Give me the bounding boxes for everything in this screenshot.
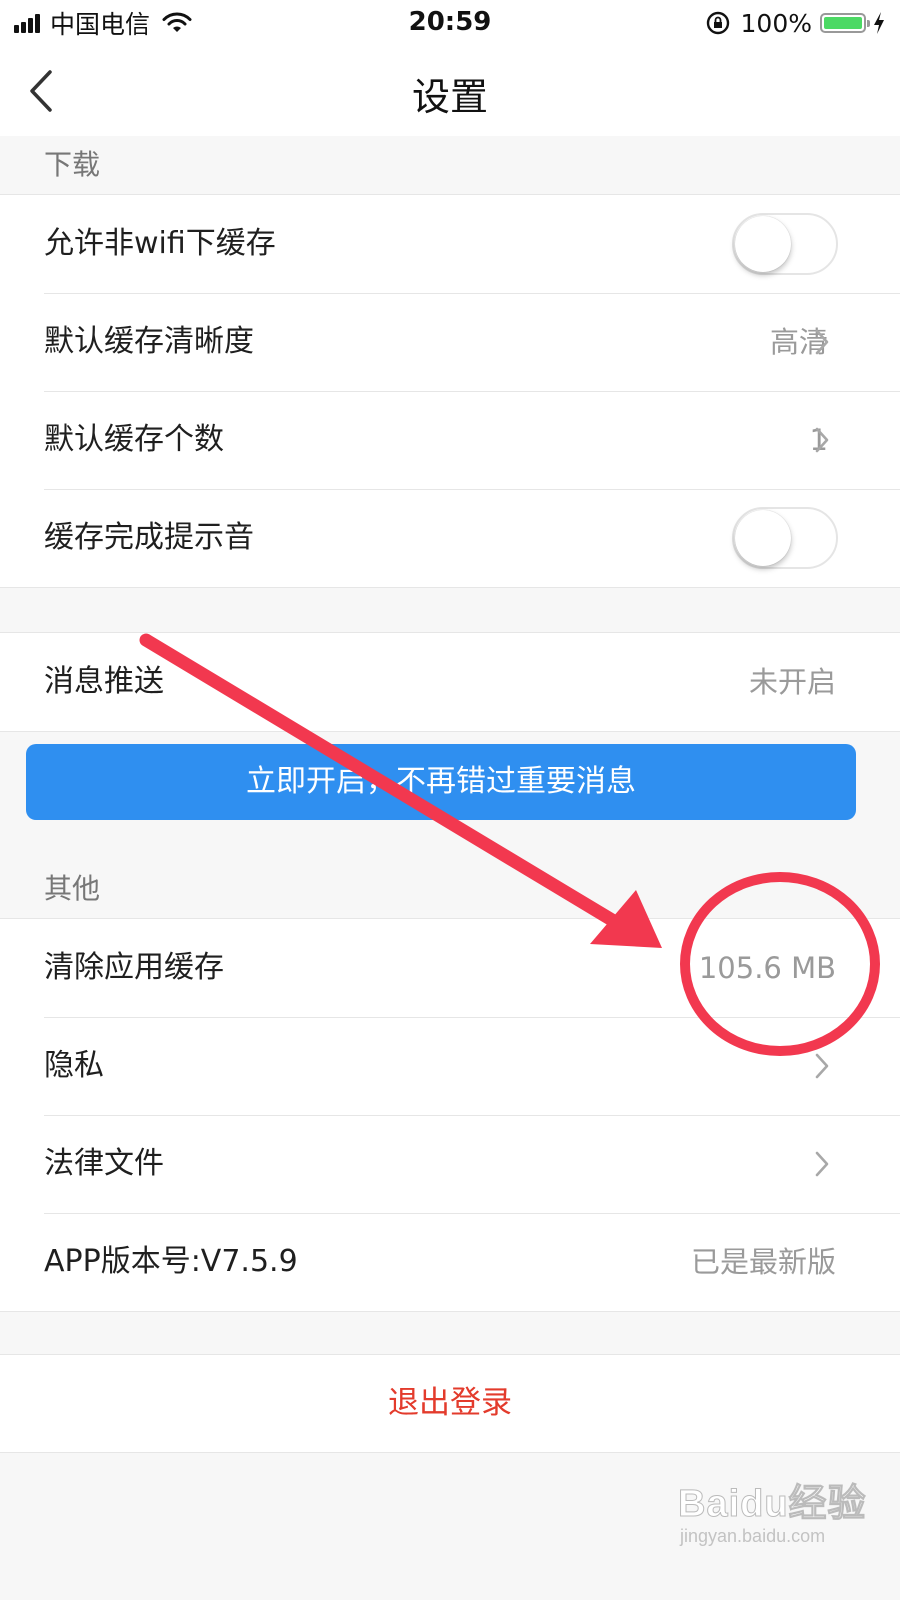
row-value: 已是最新版 — [690, 1245, 836, 1279]
section-header-download: 下载 — [0, 136, 900, 194]
page-title: 设置 — [411, 75, 488, 119]
other-settings-group: 清除应用缓存 105.6 MB 隐私 法律文件 APP版本号:V7.5.9 已是… — [0, 918, 900, 1312]
toggle-knob — [735, 510, 791, 566]
row-label: 缓存完成提示音 — [44, 520, 254, 555]
nav-bar: 设置 — [0, 46, 900, 137]
battery-icon — [820, 13, 870, 33]
row-cache-complete-sound[interactable]: 缓存完成提示音 — [0, 489, 900, 587]
enable-push-button[interactable]: 立即开启，不再错过重要消息 — [26, 744, 856, 820]
row-label: 清除应用缓存 — [44, 950, 224, 985]
watermark-brand: Baidu经验 — [678, 1483, 867, 1526]
row-label: 法律文件 — [44, 1146, 164, 1181]
toggle-knob — [735, 216, 791, 272]
battery-percent: 100% — [740, 8, 812, 38]
rotation-lock-icon — [706, 11, 729, 35]
cache-size-value: 105.6 MB — [698, 951, 836, 985]
row-clear-app-cache[interactable]: 清除应用缓存 105.6 MB — [0, 919, 900, 1017]
row-privacy[interactable]: 隐私 — [0, 1017, 900, 1115]
watermark-url: jingyan.baidu.com — [680, 1526, 826, 1546]
section-header-label: 下载 — [44, 148, 101, 181]
row-default-cache-quality[interactable]: 默认缓存清晰度 高清 — [0, 293, 900, 391]
toggle-cache-complete-sound[interactable] — [732, 507, 838, 569]
status-right: 100% — [705, 8, 886, 38]
baidu-jingyan-watermark: Baidu经验 jingyan.baidu.com — [672, 1462, 872, 1582]
row-label: 消息推送 — [44, 664, 164, 699]
chevron-right-icon — [815, 1151, 829, 1177]
charging-bolt-icon — [874, 12, 884, 34]
row-label: 允许非wifi下缓存 — [44, 226, 276, 261]
row-app-version[interactable]: APP版本号:V7.5.9 已是最新版 — [0, 1213, 900, 1311]
download-settings-group: 允许非wifi下缓存 默认缓存清晰度 高清 默认缓存个数 1 缓存完成提示音 — [0, 194, 900, 588]
toggle-non-wifi-cache[interactable] — [732, 213, 838, 275]
chevron-right-icon — [815, 1053, 829, 1079]
row-legal-documents[interactable]: 法律文件 — [0, 1115, 900, 1213]
row-label: 隐私 — [44, 1048, 104, 1083]
row-allow-non-wifi-cache[interactable]: 允许非wifi下缓存 — [0, 195, 900, 293]
status-bar: 中国电信 20:59 100% — [0, 0, 900, 46]
row-label: 默认缓存个数 — [44, 422, 224, 457]
chevron-right-icon — [815, 329, 829, 355]
row-label: 默认缓存清晰度 — [44, 324, 254, 359]
section-header-other: 其他 — [0, 860, 900, 918]
row-label: APP版本号:V7.5.9 — [44, 1244, 298, 1279]
push-settings-group: 消息推送 未开启 — [0, 632, 900, 732]
chevron-right-icon — [815, 427, 829, 453]
row-default-cache-count[interactable]: 默认缓存个数 1 — [0, 391, 900, 489]
section-header-label: 其他 — [44, 872, 101, 905]
logout-button[interactable]: 退出登录 — [0, 1354, 900, 1453]
row-value: 未开启 — [748, 665, 836, 699]
row-message-push[interactable]: 消息推送 未开启 — [0, 633, 900, 731]
